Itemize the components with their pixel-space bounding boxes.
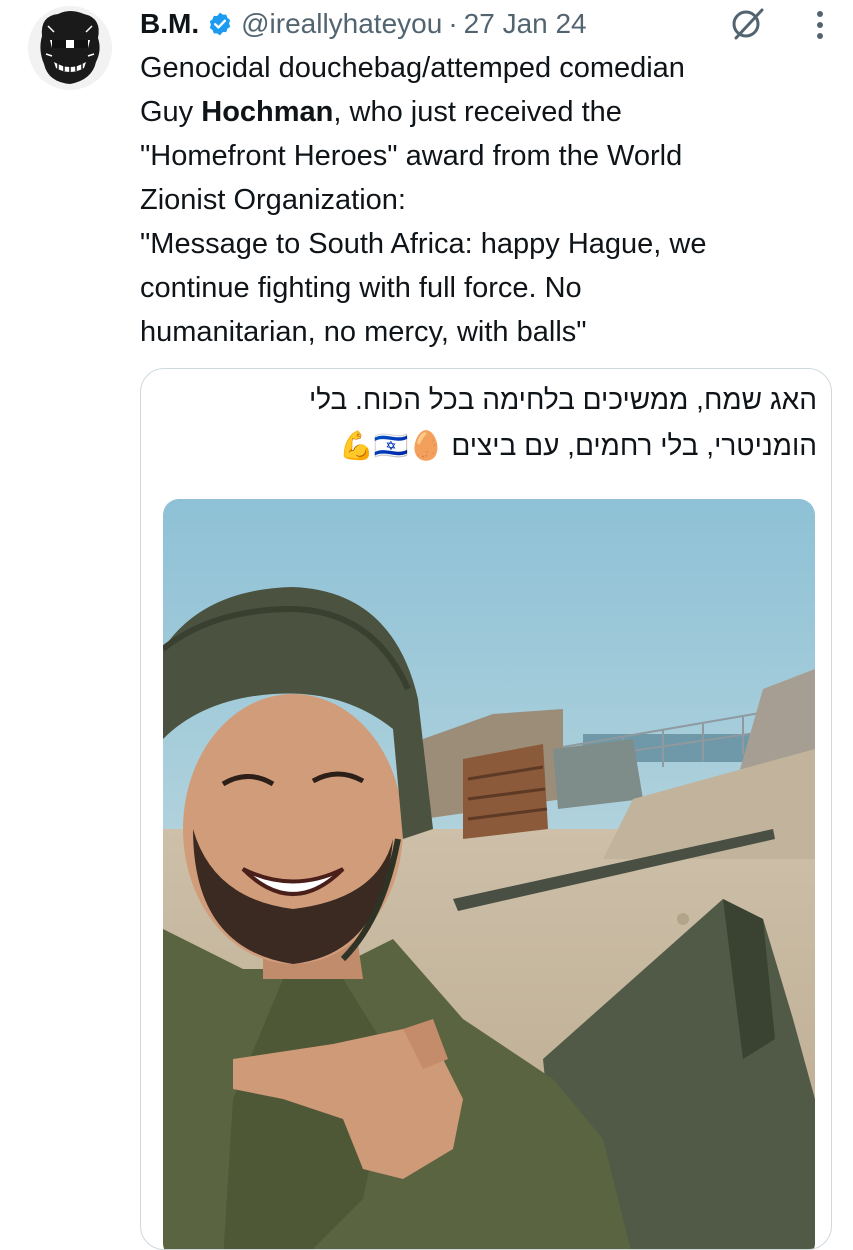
author-handle[interactable]: @ireallyhateyou bbox=[241, 8, 442, 40]
author-name[interactable]: B.M. bbox=[140, 8, 199, 40]
more-vertical-icon[interactable] bbox=[813, 8, 827, 47]
header-separator: · bbox=[448, 8, 458, 39]
quoted-hebrew-text: האג שמח, ממשיכים בלחימה בכל הכוח. בלי הו… bbox=[177, 377, 817, 469]
tweet-text-line: Zionist Organization: bbox=[140, 184, 406, 216]
soldier-selfie-photo[interactable] bbox=[163, 499, 815, 1249]
tweet-text-line: "Homefront Heroes" award from the World bbox=[140, 140, 683, 172]
tweet-text-line: "Message to South Africa: happy Hague, w… bbox=[140, 228, 707, 260]
tweet-text: Genocidal douchebag/attemped comedian Gu… bbox=[140, 46, 830, 354]
tweet-text-line: Guy Hochman, who just received the bbox=[140, 90, 830, 134]
tweet-text-line: continue fighting with full force. No bbox=[140, 272, 582, 304]
bold-name: Hochman bbox=[201, 96, 334, 128]
author-avatar[interactable] bbox=[28, 6, 112, 90]
hebrew-line: האג שמח, ממשיכים בלחימה בכל הכוח. בלי bbox=[308, 384, 817, 415]
quoted-post-card[interactable]: האג שמח, ממשיכים בלחימה בכל הכוח. בלי הו… bbox=[140, 368, 832, 1250]
verified-badge-icon bbox=[207, 11, 233, 37]
tweet-date[interactable]: 27 Jan 24 bbox=[464, 8, 587, 40]
tweet-text-line: Genocidal douchebag/attemped comedian bbox=[140, 52, 685, 84]
text-segment: Guy bbox=[140, 96, 202, 128]
tweet-text-line: humanitarian, no mercy, with balls" bbox=[140, 316, 587, 348]
text-segment: , who just received the bbox=[333, 96, 622, 128]
grok-icon[interactable] bbox=[728, 4, 768, 49]
hebrew-line: הומניטרי, בלי רחמים, עם ביצים 🥚🇮🇱💪 bbox=[338, 430, 817, 461]
tweet-header: B.M. @ireallyhateyou · 27 Jan 24 bbox=[140, 2, 587, 46]
